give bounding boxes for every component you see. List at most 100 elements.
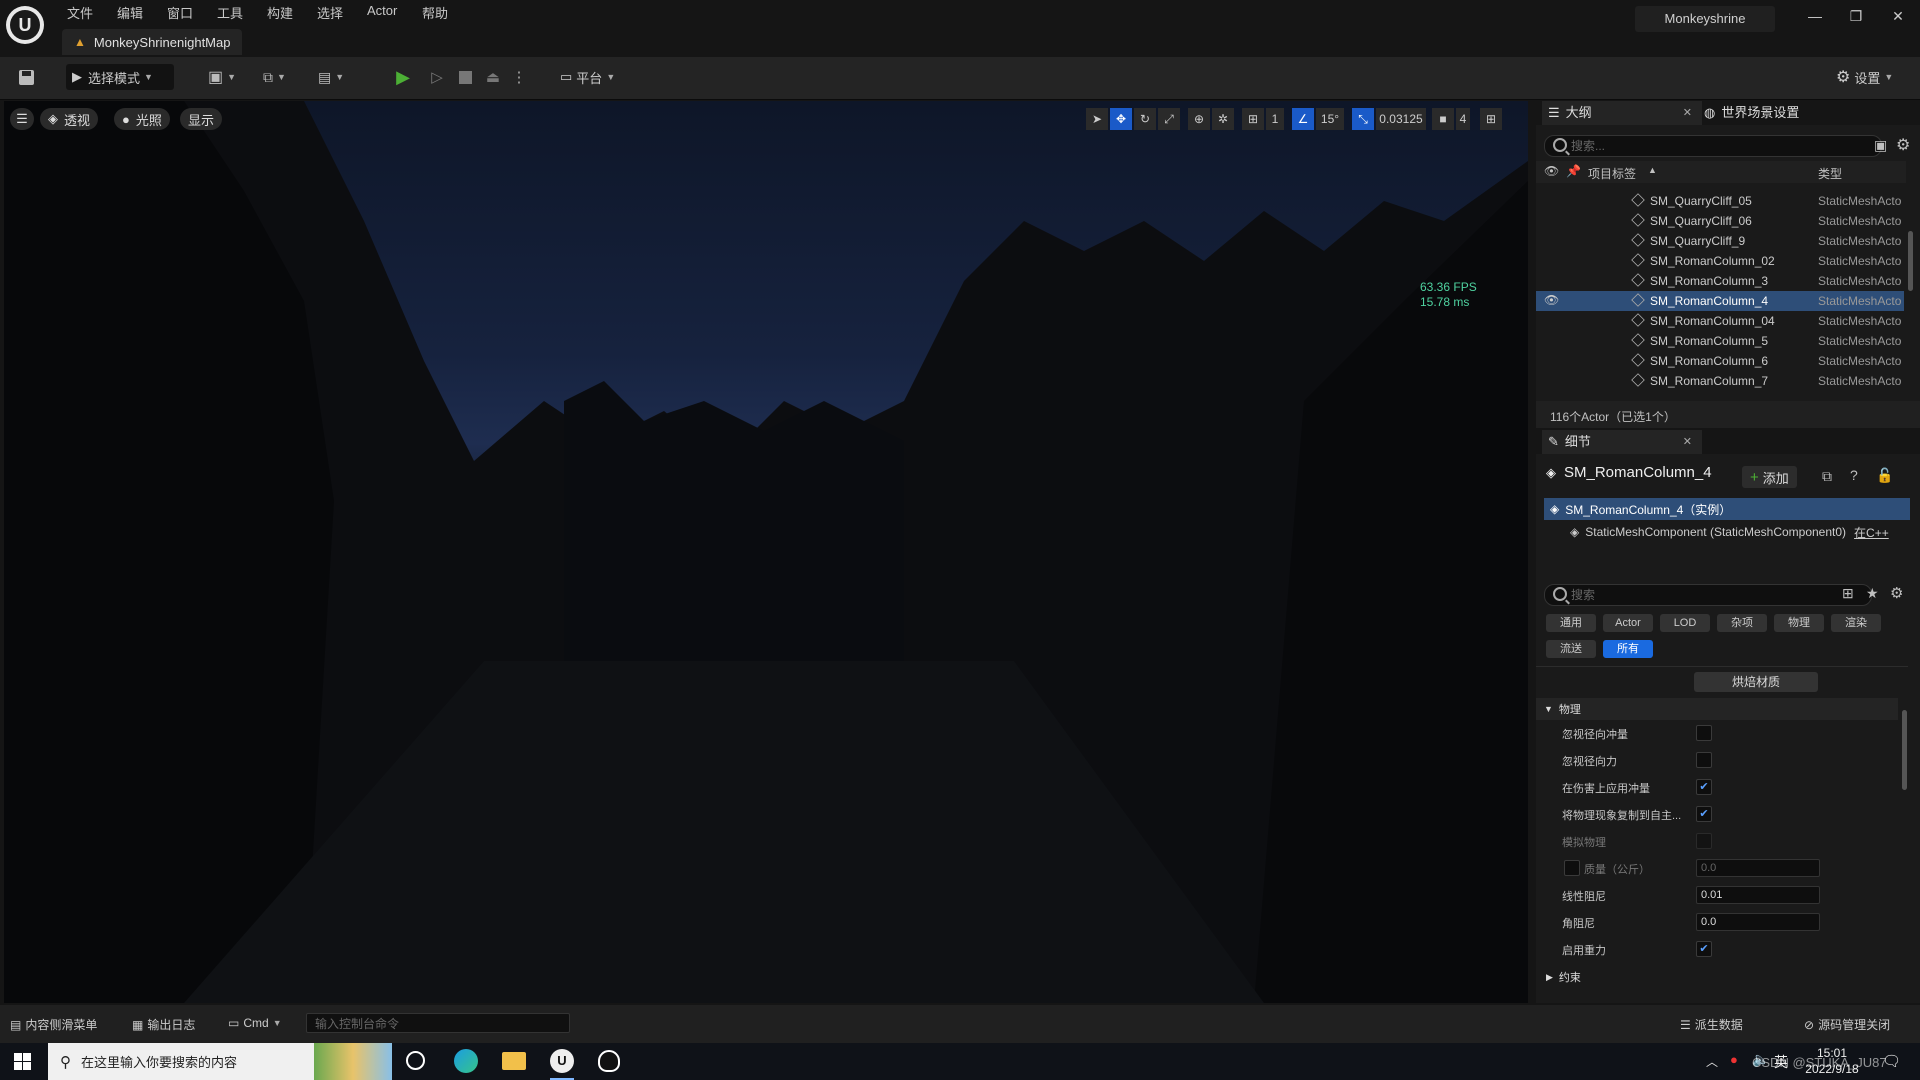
scale-icon[interactable]: ⤢ bbox=[1158, 108, 1180, 130]
file-explorer-icon[interactable] bbox=[502, 1052, 526, 1070]
eject-button[interactable]: ⏏ bbox=[482, 64, 504, 90]
menu-file[interactable]: 文件 bbox=[67, 3, 93, 22]
column-type[interactable]: 类型 bbox=[1818, 165, 1842, 182]
component-tree-item[interactable]: ◈ StaticMeshComponent (StaticMeshCompone… bbox=[1570, 522, 1914, 542]
rotation-snap-value[interactable]: 15° bbox=[1316, 108, 1344, 130]
stop-button[interactable] bbox=[454, 64, 476, 90]
blueprint-icon[interactable]: ⧉ bbox=[1822, 468, 1832, 485]
menu-edit[interactable]: 编辑 bbox=[117, 3, 143, 22]
list-item[interactable]: SM_RomanColumn_3 StaticMeshActor bbox=[1536, 271, 1904, 291]
perspective-button[interactable]: ◈ 透视 bbox=[40, 108, 99, 130]
help-icon[interactable]: ? bbox=[1850, 467, 1858, 483]
linear-damping-field[interactable]: 0.01 bbox=[1696, 886, 1820, 904]
scale-snap-value[interactable]: 0.03125 bbox=[1376, 108, 1426, 130]
show-button[interactable]: 显示 bbox=[180, 108, 223, 130]
taskbar-search-box[interactable]: ⚲ 在这里输入你要搜索的内容 bbox=[48, 1043, 392, 1080]
cmd-dropdown[interactable]: ▭ Cmd ▼ bbox=[228, 1016, 282, 1030]
pin-icon[interactable]: 📌 bbox=[1566, 164, 1581, 178]
camera-speed-value[interactable]: 4 bbox=[1456, 108, 1470, 130]
close-icon[interactable]: ✕ bbox=[1683, 430, 1692, 454]
outliner-search-input[interactable]: 搜索... bbox=[1544, 135, 1882, 157]
select-cursor-icon[interactable]: ➤ bbox=[1086, 108, 1108, 130]
play-button[interactable]: ▶ bbox=[392, 64, 414, 90]
lighting-button[interactable]: ● 光照 bbox=[114, 108, 170, 130]
tab-outliner[interactable]: ☰ 大纲 ✕ bbox=[1542, 101, 1702, 125]
platforms-dropdown[interactable]: ▭ 平台 ▼ bbox=[560, 64, 630, 90]
column-item-label[interactable]: 项目标签 bbox=[1588, 165, 1636, 182]
filter-common[interactable]: 通用 bbox=[1546, 614, 1596, 632]
angular-damping-field[interactable]: 0.0 bbox=[1696, 913, 1820, 931]
rotation-snap-icon[interactable]: ∠ bbox=[1292, 108, 1314, 130]
property-checkbox[interactable] bbox=[1696, 752, 1712, 768]
translate-icon[interactable]: ✥ bbox=[1110, 108, 1132, 130]
menu-help[interactable]: 帮助 bbox=[422, 3, 448, 22]
details-search-input[interactable]: 搜索 bbox=[1544, 584, 1872, 606]
derived-data-button[interactable]: ☰ 派生数据 bbox=[1680, 1016, 1743, 1033]
menu-build[interactable]: 构建 bbox=[267, 3, 293, 22]
mass-value-field[interactable]: 0.0 bbox=[1696, 859, 1820, 877]
constraints-section-header[interactable]: ▶ 约束 bbox=[1536, 966, 1898, 988]
blueprints-button[interactable]: ⧉ ▼ bbox=[263, 64, 303, 90]
output-log-button[interactable]: ▦ 输出日志 bbox=[132, 1016, 195, 1033]
add-component-button[interactable]: + 添加 bbox=[1742, 466, 1797, 488]
level-viewport[interactable]: ☰ ◈ 透视 ● 光照 显示 ➤ ✥ ↻ ⤢ ⊕ ✲ ⊞ 1 ∠ 15° ⤡ 0… bbox=[4, 101, 1528, 1003]
eye-icon[interactable]: 👁 bbox=[1544, 164, 1559, 178]
mass-override-checkbox[interactable] bbox=[1564, 860, 1580, 876]
details-scrollbar[interactable] bbox=[1902, 710, 1907, 790]
windows-start-icon[interactable] bbox=[14, 1053, 31, 1070]
edge-icon[interactable] bbox=[454, 1049, 478, 1073]
edit-in-cpp-link[interactable]: 在C++ bbox=[1854, 524, 1889, 541]
unreal-taskbar-icon[interactable]: U bbox=[550, 1049, 574, 1073]
tab-world-settings[interactable]: ◍ 世界场景设置 bbox=[1704, 101, 1799, 125]
level-tab[interactable]: ▲ MonkeyShrinenightMap bbox=[62, 29, 243, 55]
list-item[interactable]: SM_RomanColumn_5 StaticMeshActor bbox=[1536, 331, 1904, 351]
component-tree-root[interactable]: ◈ SM_RomanColumn_4（实例） bbox=[1544, 498, 1910, 520]
camera-speed-icon[interactable]: ■ bbox=[1432, 108, 1454, 130]
bake-materials-button[interactable]: 烘焙材质 bbox=[1694, 672, 1818, 692]
menu-select[interactable]: 选择 bbox=[317, 3, 343, 22]
filter-rendering[interactable]: 渲染 bbox=[1831, 614, 1881, 632]
list-item[interactable]: SM_QuarryCliff_05 StaticMeshActor bbox=[1536, 191, 1904, 211]
property-checkbox[interactable]: ✔ bbox=[1696, 806, 1712, 822]
filter-streaming[interactable]: 流送 bbox=[1546, 640, 1596, 658]
maximize-button[interactable]: ❐ bbox=[1841, 8, 1871, 26]
list-item-selected[interactable]: 👁 SM_RomanColumn_4 StaticMeshActor bbox=[1536, 291, 1904, 311]
physics-section-header[interactable]: ▼ 物理 bbox=[1536, 698, 1898, 720]
surface-snap-icon[interactable]: ✲ bbox=[1212, 108, 1234, 130]
list-item[interactable]: SM_RomanColumn_04 StaticMeshActor bbox=[1536, 311, 1904, 331]
gear-icon[interactable]: ⚙ bbox=[1890, 584, 1903, 602]
list-item[interactable]: SM_RomanColumn_7 StaticMeshActor bbox=[1536, 371, 1904, 391]
content-drawer-button[interactable]: ▤ 内容侧滑菜单 bbox=[10, 1016, 97, 1033]
notification-icon[interactable]: 🗨 bbox=[1882, 1052, 1901, 1070]
viewport-layout-icon[interactable]: ⊞ bbox=[1480, 108, 1502, 130]
filter-all[interactable]: 所有 bbox=[1603, 640, 1653, 658]
scale-snap-icon[interactable]: ⤡ bbox=[1352, 108, 1374, 130]
play-options-button[interactable]: ⋮ bbox=[512, 64, 527, 90]
advance-frame-button[interactable]: ▷ bbox=[426, 64, 448, 90]
grid-snap-value[interactable]: 1 bbox=[1266, 108, 1284, 130]
list-item[interactable]: SM_RomanColumn_6 StaticMeshActor bbox=[1536, 351, 1904, 371]
save-icon[interactable] bbox=[14, 64, 38, 90]
cortana-icon[interactable] bbox=[406, 1051, 425, 1070]
property-checkbox[interactable] bbox=[1696, 833, 1712, 849]
property-checkbox[interactable]: ✔ bbox=[1696, 779, 1712, 795]
gear-icon[interactable]: ⚙ bbox=[1896, 135, 1910, 155]
world-local-icon[interactable]: ⊕ bbox=[1188, 108, 1210, 130]
close-button[interactable]: ✕ bbox=[1883, 8, 1913, 26]
menu-window[interactable]: 窗口 bbox=[167, 3, 193, 22]
qq-icon[interactable] bbox=[598, 1050, 620, 1072]
close-icon[interactable]: ✕ bbox=[1683, 101, 1692, 125]
gravity-checkbox[interactable]: ✔ bbox=[1696, 941, 1712, 957]
menu-actor[interactable]: Actor bbox=[367, 3, 397, 18]
grid-snap-icon[interactable]: ⊞ bbox=[1242, 108, 1264, 130]
add-content-button[interactable]: ▣ ▼ bbox=[208, 64, 246, 90]
lock-icon[interactable]: 🔓 bbox=[1876, 467, 1893, 484]
add-folder-icon[interactable]: ▣ bbox=[1874, 137, 1887, 154]
unreal-logo-icon[interactable]: U bbox=[6, 6, 44, 44]
eye-icon[interactable]: 👁 bbox=[1544, 293, 1559, 307]
list-item[interactable]: SM_QuarryCliff_9 StaticMeshActor bbox=[1536, 231, 1904, 251]
console-input[interactable]: 输入控制台命令 bbox=[306, 1013, 570, 1033]
tab-details[interactable]: ✎ 细节 ✕ bbox=[1542, 430, 1702, 454]
filter-physics[interactable]: 物理 bbox=[1774, 614, 1824, 632]
list-item[interactable]: SM_RomanColumn_02 StaticMeshActor bbox=[1536, 251, 1904, 271]
